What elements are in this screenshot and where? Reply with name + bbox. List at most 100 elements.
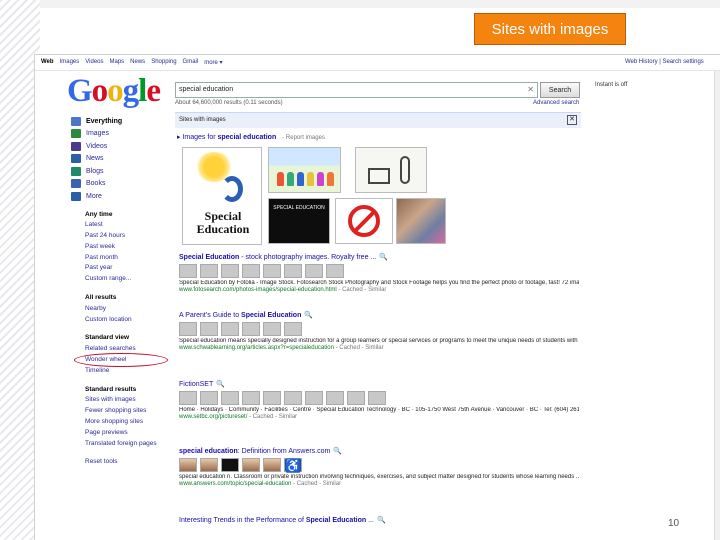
result-thumbnail[interactable] [242, 264, 260, 278]
wheelchair-icon[interactable]: ♿ [284, 458, 302, 473]
filter-past-week[interactable]: Past week [85, 243, 171, 254]
nav-link-images[interactable]: Images [60, 59, 80, 66]
result-title-link[interactable]: A Parent's Guide to Special Education 🔍 [179, 311, 579, 319]
sidebar-item-label: Books [86, 180, 106, 188]
result-thumbnail[interactable] [221, 458, 239, 472]
web-history-link[interactable]: Web History | Search settings [625, 59, 704, 65]
result-thumbnail[interactable] [326, 391, 344, 405]
result-thumbnail[interactable] [179, 458, 197, 472]
instant-toggle[interactable]: Instant is off [595, 82, 627, 88]
reset-tools-link[interactable]: Reset tools [85, 458, 171, 469]
result-title-link[interactable]: FictionSET 🔍 [179, 380, 579, 388]
result-title-link[interactable]: special education: Definition from Answe… [179, 447, 579, 455]
nav-link-web[interactable]: Web [41, 59, 54, 66]
nav-link-gmail[interactable]: Gmail [183, 59, 199, 66]
result-thumbnail[interactable] [263, 391, 281, 405]
result-thumbnail[interactable] [200, 264, 218, 278]
nav-link-news[interactable]: News [130, 59, 145, 66]
result-thumbnail[interactable] [263, 264, 281, 278]
cached-similar-links[interactable]: - Cached - Similar [334, 345, 384, 351]
filter-latest[interactable]: Latest [85, 221, 171, 232]
sidebar-item-label: Videos [86, 142, 108, 150]
page-scrollbar[interactable] [714, 71, 720, 540]
filter-translated-foreign-pages[interactable]: Translated foreign pages [85, 440, 171, 451]
filter-past-24-hours[interactable]: Past 24 hours [85, 232, 171, 243]
image-result-classroom[interactable] [396, 198, 446, 244]
result-thumbnail[interactable] [242, 391, 260, 405]
filter-past-month[interactable]: Past month [85, 254, 171, 265]
result-thumbnail[interactable] [179, 264, 197, 278]
result-thumbnail[interactable] [368, 391, 386, 405]
filter-more-shopping-sites[interactable]: More shopping sites [85, 418, 171, 429]
filter-page-previews[interactable]: Page previews [85, 429, 171, 440]
result-thumbnail[interactable] [179, 391, 197, 405]
sidebar-item-news[interactable]: News [71, 153, 171, 166]
nav-link-maps[interactable]: Maps [110, 59, 125, 66]
result-thumbnail[interactable] [200, 458, 218, 472]
sidebar-item-more[interactable]: More [71, 190, 171, 203]
filter-custom-location[interactable]: Custom location [85, 316, 171, 327]
result-thumbnail[interactable] [221, 264, 239, 278]
nav-link-shopping[interactable]: Shopping [151, 59, 176, 66]
filter-fewer-shopping-sites[interactable]: Fewer shopping sites [85, 407, 171, 418]
sidebar-item-videos[interactable]: Videos [71, 140, 171, 153]
magnifier-icon[interactable]: 🔍 [304, 312, 313, 319]
result-thumbnail[interactable] [263, 322, 281, 336]
filter-timeline[interactable]: Timeline [85, 367, 171, 378]
child-figure [277, 172, 284, 186]
google-logo[interactable]: Google [67, 75, 169, 108]
result-thumbnail[interactable] [179, 322, 197, 336]
filter-past-year[interactable]: Past year [85, 264, 171, 275]
result-thumbnail[interactable] [221, 322, 239, 336]
magnifier-icon[interactable]: 🔍 [216, 381, 225, 388]
search-input[interactable]: special education ✕ [175, 82, 538, 98]
result-thumbnail[interactable] [200, 391, 218, 405]
filter-sites-with-images[interactable]: Sites with images [85, 396, 171, 407]
nav-link-videos[interactable]: Videos [85, 59, 103, 66]
result-thumbnail[interactable] [221, 391, 239, 405]
nav-link-more[interactable]: more ▾ [204, 59, 222, 66]
result-url: www.schwablearning.org/articles.aspx?r=s… [179, 345, 579, 351]
filter-all-results[interactable]: All results [85, 294, 171, 305]
clear-icon[interactable]: ✕ [527, 83, 534, 97]
sidebar-item-books[interactable]: Books [71, 178, 171, 191]
result-thumbnail[interactable] [305, 264, 323, 278]
result-thumbnail[interactable] [242, 458, 260, 472]
result-thumbnail[interactable] [242, 322, 260, 336]
black-tile-text: SPECIAL EDUCATION [273, 205, 325, 211]
result-thumbnail[interactable] [284, 322, 302, 336]
magnifier-icon[interactable]: 🔍 [377, 517, 386, 524]
cached-similar-links[interactable]: - Cached - Similar [247, 414, 297, 420]
filter-close-icon[interactable]: ✕ [567, 115, 577, 125]
magnifier-icon[interactable]: 🔍 [379, 254, 388, 261]
result-title-link[interactable]: Special Education - stock photography im… [179, 253, 579, 261]
filter-standard-view[interactable]: Standard view [85, 334, 171, 345]
result-thumbnail[interactable] [200, 322, 218, 336]
filter-nearby[interactable]: Nearby [85, 305, 171, 316]
sidebar-item-blogs[interactable]: Blogs [71, 165, 171, 178]
result-thumbnail[interactable] [305, 391, 323, 405]
image-result-no-sign[interactable] [335, 198, 393, 244]
result-thumbnail[interactable] [284, 391, 302, 405]
sidebar-item-images[interactable]: Images [71, 128, 171, 141]
result-thumbnail[interactable] [284, 264, 302, 278]
advanced-search-link[interactable]: Advanced search [533, 100, 579, 106]
result-thumbnail[interactable] [263, 458, 281, 472]
cached-similar-links[interactable]: - Cached - Similar [291, 481, 341, 487]
image-result-children[interactable] [268, 147, 341, 193]
image-result-black-poster[interactable]: SPECIAL EDUCATION [268, 198, 330, 244]
result-title-link[interactable]: Interesting Trends in the Performance of… [179, 516, 579, 524]
search-button[interactable]: Search [540, 82, 580, 98]
magnifier-icon[interactable]: 🔍 [333, 448, 342, 455]
image-result-special-education-logo[interactable]: Special Education [182, 147, 262, 245]
images-for-header[interactable]: ▸ Images for special education - Report i… [177, 133, 325, 141]
filter-custom-range[interactable]: Custom range... [85, 275, 171, 286]
cached-similar-links[interactable]: - Cached - Similar [337, 287, 386, 293]
report-images-link[interactable]: - Report images [282, 135, 325, 141]
filter-any-time[interactable]: Any time [85, 211, 171, 222]
image-result-cartoon[interactable] [355, 147, 427, 193]
sidebar-item-everything[interactable]: Everything [71, 115, 171, 128]
filter-standard-results[interactable]: Standard results [85, 386, 171, 397]
result-thumbnail[interactable] [326, 264, 344, 278]
result-thumbnail[interactable] [347, 391, 365, 405]
